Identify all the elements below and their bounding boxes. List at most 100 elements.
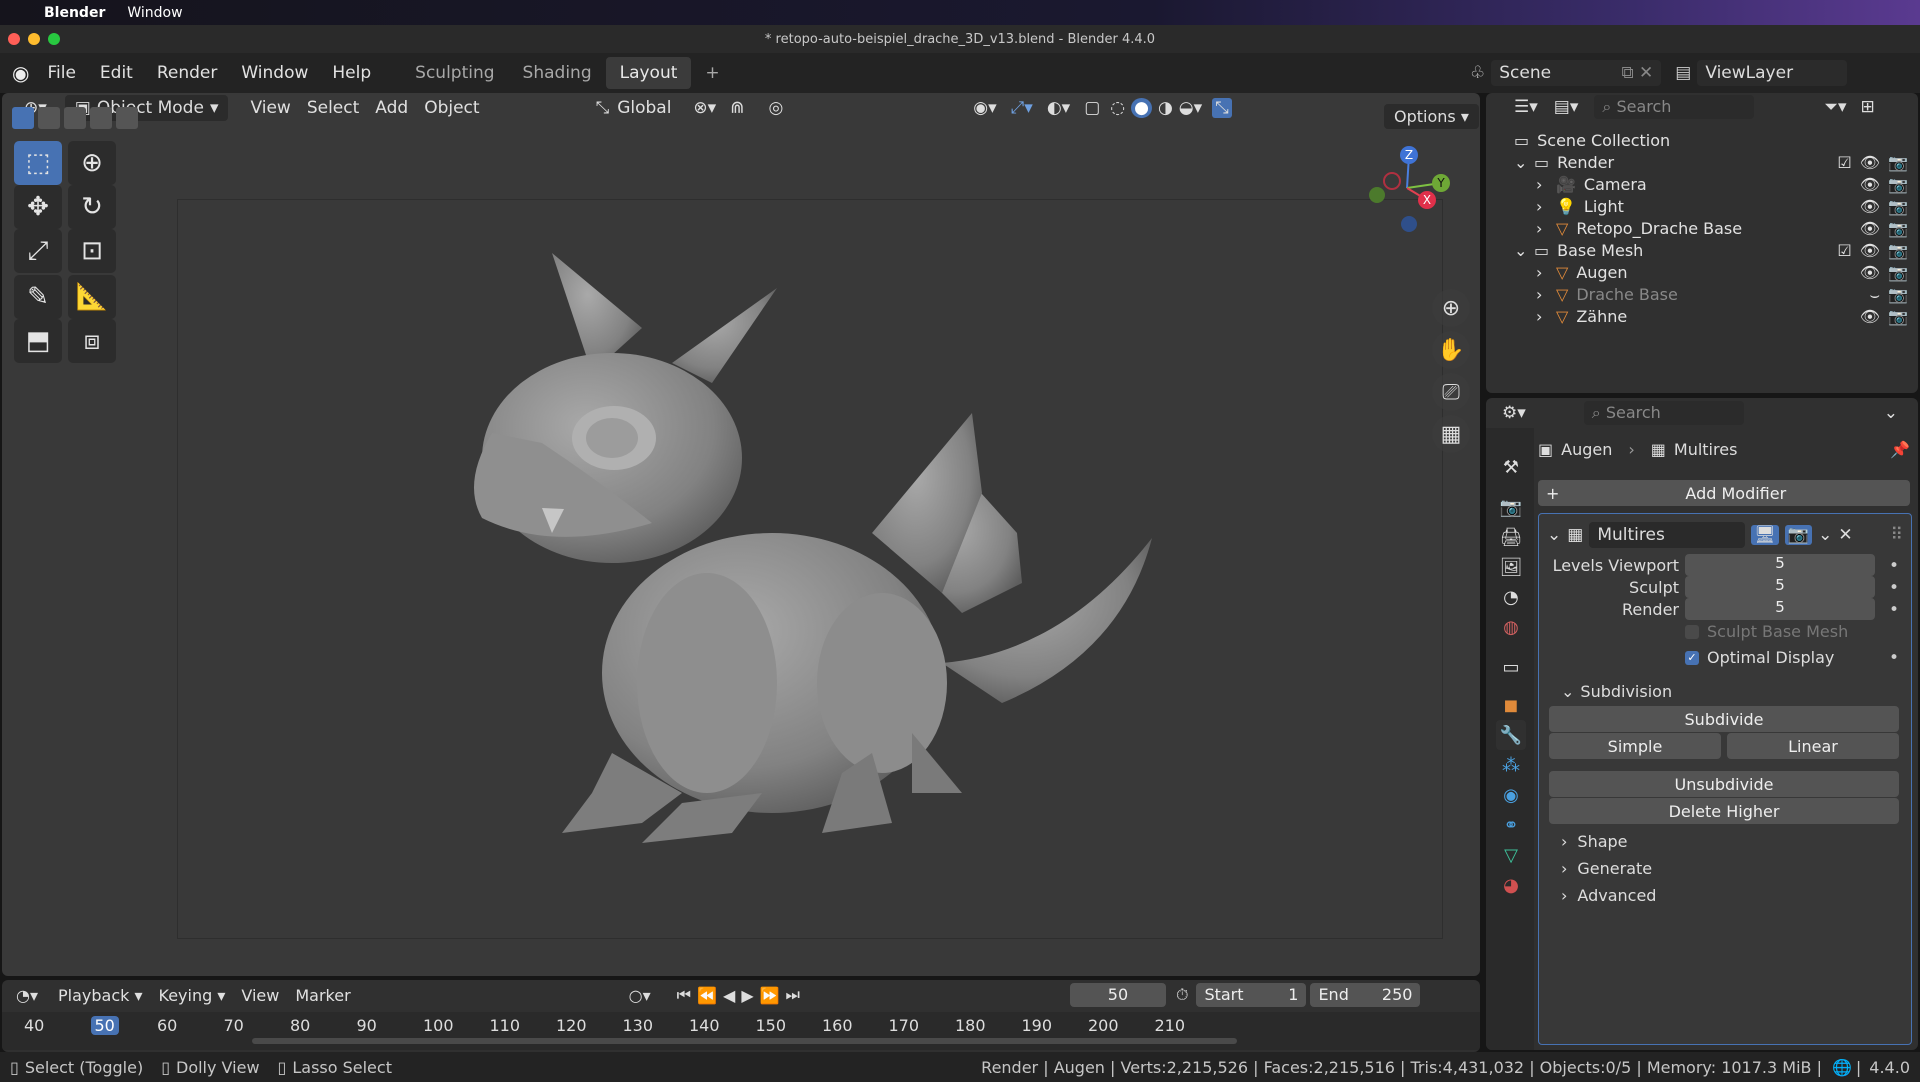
pivot-icon[interactable]: ⊗▾	[693, 98, 716, 118]
subdivide-button[interactable]: Subdivide	[1549, 706, 1899, 732]
end-frame-field[interactable]: End 250	[1310, 983, 1421, 1007]
keyframe-dot-icon[interactable]: •	[1889, 556, 1899, 576]
render-levels-field[interactable]: 5	[1685, 598, 1875, 620]
chevron-right-icon[interactable]: ›	[1536, 175, 1552, 194]
tab-sculpting[interactable]: Sculpting	[401, 57, 508, 89]
unsubdivide-button[interactable]: Unsubdivide	[1549, 771, 1899, 797]
filter-icon[interactable]: ⏷▾	[1824, 97, 1846, 117]
render-visibility-icon[interactable]: 📷	[1888, 307, 1908, 326]
playback-menu[interactable]: Playback ▾	[50, 983, 151, 1008]
chevron-down-icon[interactable]: ⌄	[1884, 403, 1898, 423]
add-modifier-button[interactable]: + Add Modifier	[1538, 480, 1910, 506]
snap-icon[interactable]: ⋒	[730, 98, 744, 118]
next-keyframe-icon[interactable]: ⏩	[760, 986, 780, 1005]
show-viewport-icon[interactable]: 🖥	[1751, 525, 1779, 545]
marker-menu[interactable]: Marker	[287, 983, 358, 1008]
visibility-eye-icon[interactable]: 👁	[1860, 153, 1880, 172]
visibility-eye-icon[interactable]: ⌣	[1870, 285, 1881, 305]
keying-menu[interactable]: Keying ▾	[151, 983, 234, 1008]
menu-edit[interactable]: Edit	[88, 63, 145, 83]
properties-editor-icon[interactable]: ⚙▾	[1502, 403, 1526, 423]
material-tab-icon[interactable]: ◕	[1496, 870, 1526, 900]
menu-file[interactable]: File	[35, 63, 87, 83]
output-tab-icon[interactable]: 🖨	[1496, 522, 1526, 552]
optimal-display-checkbox[interactable]: ✓ Optimal Display	[1685, 648, 1834, 667]
gizmo-toggle-icon[interactable]: ⤢▾	[1011, 98, 1033, 118]
chevron-right-icon[interactable]: ›	[1536, 263, 1552, 282]
sculpt-base-mesh-checkbox[interactable]: Sculpt Base Mesh	[1685, 622, 1848, 641]
generate-section-header[interactable]: › Generate	[1561, 859, 1652, 878]
select-intersect-icon[interactable]	[116, 107, 138, 129]
select-invert-icon[interactable]	[90, 107, 112, 129]
menu-window[interactable]: Window	[229, 63, 320, 83]
camera-view-icon[interactable]: ⎚	[1432, 373, 1470, 411]
menu-render[interactable]: Render	[145, 63, 230, 83]
chevron-right-icon[interactable]: ›	[1536, 307, 1552, 326]
keyframe-dot-icon[interactable]: •	[1889, 600, 1899, 620]
proportional-edit-icon[interactable]: ◎	[768, 98, 783, 118]
chevron-down-icon[interactable]: ⌄	[1514, 241, 1530, 260]
render-visibility-icon[interactable]: 📷	[1888, 285, 1908, 305]
render-visibility-icon[interactable]: 📷	[1888, 153, 1908, 172]
collection-tab-icon[interactable]: ▭	[1496, 652, 1526, 682]
remove-modifier-icon[interactable]: ✕	[1838, 525, 1852, 545]
world-tab-icon[interactable]: ◍	[1496, 612, 1526, 642]
visibility-eye-icon[interactable]: 👁	[1860, 307, 1880, 326]
chevron-down-icon[interactable]: ⌄	[1514, 153, 1530, 172]
scale-tool-icon[interactable]: ⤢	[14, 229, 62, 273]
solid-shading-icon[interactable]: ●	[1131, 98, 1152, 118]
select-new-icon[interactable]	[12, 107, 34, 129]
render-visibility-icon[interactable]: 📷	[1888, 219, 1908, 238]
tab-layout[interactable]: Layout	[605, 57, 692, 89]
chevron-right-icon[interactable]: ›	[1536, 197, 1552, 216]
auto-key-icon[interactable]: ○▾	[629, 986, 651, 1005]
render-visibility-icon[interactable]: 📷	[1888, 197, 1908, 216]
timeline-ruler[interactable]: 40 50 60 70 80 90 100 110 120 130 140 150 160 170 180 1…	[2, 1012, 1480, 1050]
jump-end-icon[interactable]: ⏭	[786, 985, 800, 1005]
visibility-eye-icon[interactable]: 👁	[1860, 175, 1880, 194]
new-collection-icon[interactable]: ⊞	[1861, 97, 1875, 117]
visibility-eye-icon[interactable]: 👁	[1860, 241, 1880, 260]
display-mode-icon[interactable]: ▤▾	[1554, 97, 1579, 117]
physics-tab-icon[interactable]: ◉	[1496, 780, 1526, 810]
properties-search-input[interactable]: ⌕ Search	[1583, 401, 1744, 425]
perspective-grid-icon[interactable]: ▦	[1432, 415, 1470, 453]
menu-select[interactable]: Select	[299, 95, 367, 121]
view-layer-tab-icon[interactable]: 🖼	[1496, 552, 1526, 582]
constraints-tab-icon[interactable]: ⚭	[1496, 810, 1526, 840]
wireframe-shading-icon[interactable]: ◌	[1110, 98, 1125, 118]
timeline-view-menu[interactable]: View	[233, 983, 287, 1008]
stopwatch-icon[interactable]: ⏱	[1176, 985, 1188, 1005]
prev-keyframe-icon[interactable]: ⏪	[697, 986, 717, 1005]
close-window-button[interactable]	[8, 33, 20, 45]
timeline-editor-icon[interactable]: ◔▾	[16, 986, 38, 1005]
chevron-right-icon[interactable]: ›	[1536, 285, 1552, 304]
rotate-tool-icon[interactable]: ↻	[68, 185, 116, 229]
visibility-eye-icon[interactable]: 👁	[1860, 197, 1880, 216]
subdivision-section-header[interactable]: ⌄ Subdivision	[1561, 682, 1672, 701]
measure-tool-icon[interactable]: 📐	[68, 275, 116, 319]
add-object-tool-icon[interactable]: ⧈	[68, 319, 116, 363]
exclude-checkbox[interactable]: ☑	[1837, 153, 1851, 172]
overlay-icon[interactable]: ◐▾	[1047, 98, 1070, 118]
exclude-checkbox[interactable]: ☑	[1837, 241, 1851, 260]
add-workspace-button[interactable]: +	[691, 57, 733, 89]
outliner-row-mesh[interactable]: › ▽ Zähne 👁 📷	[1486, 303, 1918, 330]
modifier-menu-icon[interactable]: ⌄	[1818, 525, 1832, 545]
3d-viewport[interactable]: ⊕▾ ▣ Object Mode▾ View Select Add Object…	[2, 93, 1480, 976]
current-frame-field[interactable]: 50	[1069, 983, 1166, 1007]
menu-view[interactable]: View	[242, 95, 298, 121]
sidebar-toggle-icon[interactable]: ⤡	[1212, 98, 1232, 118]
pin-icon[interactable]: 📌	[1890, 440, 1910, 459]
minimize-window-button[interactable]	[28, 33, 40, 45]
visibility-eye-icon[interactable]: 👁	[1860, 263, 1880, 282]
delete-higher-button[interactable]: Delete Higher	[1549, 798, 1899, 824]
select-box-tool-icon[interactable]: ⬚	[14, 141, 62, 185]
jump-start-icon[interactable]: ⏮	[677, 985, 691, 1005]
levels-viewport-field[interactable]: 5	[1685, 554, 1875, 576]
tab-shading[interactable]: Shading	[509, 57, 606, 89]
keyframe-dot-icon[interactable]: •	[1889, 578, 1899, 598]
tool-tab-icon[interactable]: ⚒	[1496, 452, 1526, 482]
annotate-tool-icon[interactable]: ✎	[14, 275, 62, 319]
window-menu[interactable]: Window	[127, 5, 182, 21]
